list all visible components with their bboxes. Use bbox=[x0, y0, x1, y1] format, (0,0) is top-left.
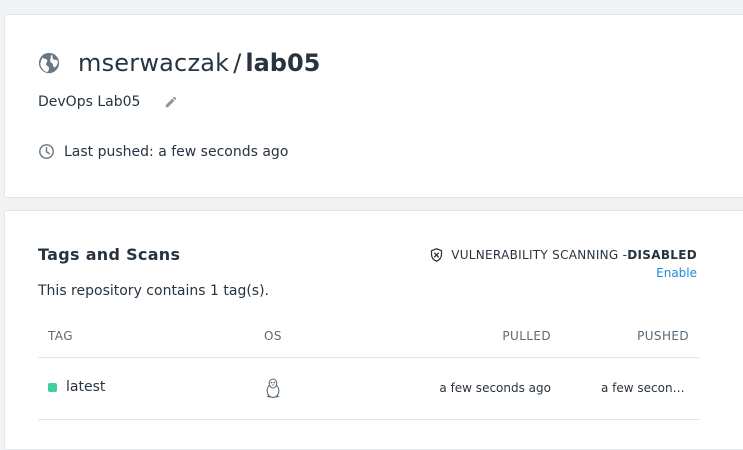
linux-icon bbox=[266, 378, 280, 398]
table-row: latest a few seconds ago a few seconds a… bbox=[38, 358, 699, 420]
vulnerability-status: DISABLED bbox=[627, 248, 697, 262]
tags-table-header: TAG OS PULLED PUSHED bbox=[38, 323, 699, 358]
tag-name-link[interactable]: latest bbox=[66, 379, 105, 395]
vulnerability-scanning-status: VULNERABILITY SCANNING - DISABLED bbox=[429, 247, 697, 263]
last-pushed-text: Last pushed: a few seconds ago bbox=[64, 143, 289, 160]
pushed-time: a few seconds ago bbox=[601, 381, 689, 395]
shield-x-icon bbox=[431, 248, 443, 262]
section-title: Tags and Scans bbox=[38, 245, 181, 264]
globe-icon bbox=[38, 52, 60, 74]
clock-icon bbox=[39, 144, 54, 159]
column-header-os: OS bbox=[264, 329, 282, 343]
status-dot bbox=[48, 382, 57, 392]
column-header-pulled[interactable]: PULLED bbox=[502, 329, 551, 343]
description-row: DevOps Lab05 bbox=[38, 94, 178, 110]
column-header-tag[interactable]: TAG bbox=[48, 329, 73, 343]
enable-scanning-link[interactable]: Enable bbox=[656, 266, 697, 280]
repository-name: lab05 bbox=[245, 49, 321, 77]
pulled-time: a few seconds ago bbox=[439, 381, 551, 395]
tag-count-text: This repository contains 1 tag(s). bbox=[38, 283, 269, 299]
title-separator: / bbox=[233, 49, 242, 77]
vulnerability-label: VULNERABILITY SCANNING - bbox=[451, 248, 628, 262]
repository-header-card: mserwaczak / lab05 DevOps Lab05 Last pus… bbox=[4, 14, 743, 198]
tag-cell: latest bbox=[48, 379, 105, 395]
tags-and-scans-card: Tags and Scans VULNERABILITY SCANNING - … bbox=[4, 210, 743, 450]
last-pushed-row: Last pushed: a few seconds ago bbox=[38, 143, 288, 160]
repository-description: DevOps Lab05 bbox=[38, 94, 141, 110]
repository-title: mserwaczak / lab05 bbox=[38, 49, 320, 77]
column-header-pushed[interactable]: PUSHED bbox=[637, 329, 689, 343]
repository-owner[interactable]: mserwaczak bbox=[78, 49, 229, 77]
edit-pencil-icon[interactable] bbox=[164, 95, 178, 109]
